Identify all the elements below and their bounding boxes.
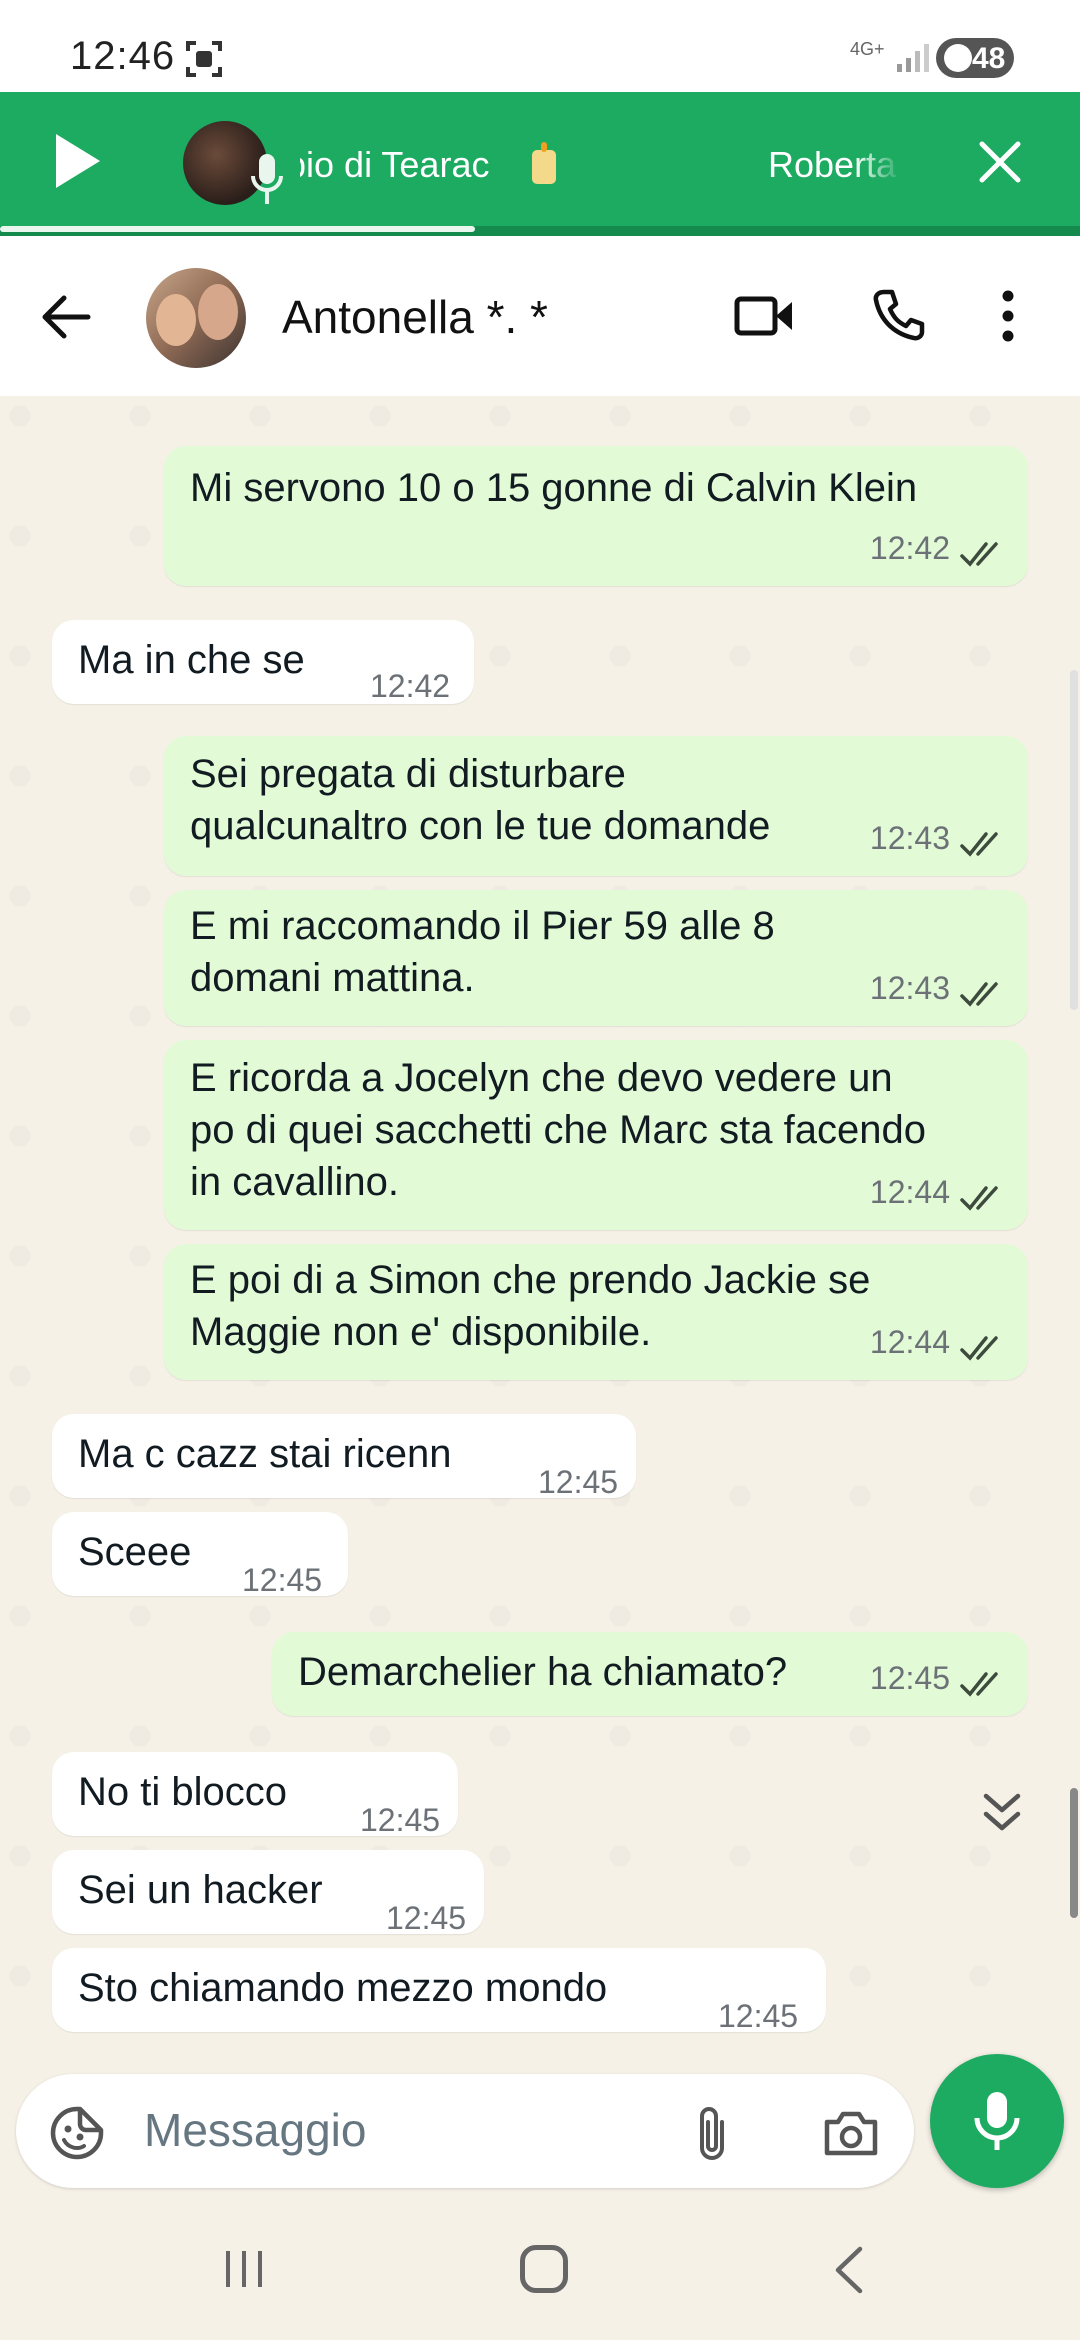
- read-receipt-icon: [960, 982, 998, 1007]
- message-bubble-outgoing[interactable]: E mi raccomando il Pier 59 alle 8 domani…: [164, 890, 1028, 1026]
- banner-subtitle: Roberta: [768, 144, 897, 185]
- message-time: 12:45: [718, 1998, 799, 2034]
- read-receipt-icon: [960, 1672, 998, 1697]
- read-receipt-icon: [960, 542, 998, 567]
- scroll-to-bottom-icon[interactable]: [980, 1790, 1024, 1838]
- message-time: 12:45: [869, 1660, 950, 1696]
- message-bubble-incoming[interactable]: No ti blocco 12:45: [52, 1752, 458, 1838]
- read-receipt-icon: [960, 1186, 998, 1211]
- read-receipt-icon: [960, 1336, 998, 1361]
- system-nav-bar: [0, 2205, 1080, 2340]
- message-bubble-outgoing[interactable]: Mi servono 10 o 15 gonne di Calvin Klein…: [164, 446, 1028, 586]
- message-time: 12:45: [538, 1464, 619, 1500]
- video-call-icon[interactable]: [734, 294, 794, 338]
- network-type: 4G+: [850, 39, 885, 59]
- message-text: No ti blocco: [78, 1770, 287, 1814]
- phone-call-icon[interactable]: [872, 288, 926, 342]
- nav-back-icon[interactable]: [830, 2245, 866, 2295]
- recent-apps-icon[interactable]: [222, 2247, 266, 2291]
- contact-avatar[interactable]: [146, 268, 246, 368]
- message-text: Ma in che se: [78, 638, 305, 682]
- message-composer: [16, 2074, 914, 2188]
- message-text: Sto chiamando mezzo mondo: [78, 1966, 608, 2010]
- message-text: Sei pregata di disturbare qualcunaltro c…: [190, 752, 771, 848]
- message-bubble-incoming[interactable]: Ma in che se 12:42: [52, 620, 474, 704]
- home-icon[interactable]: [520, 2245, 568, 2293]
- message-text: E mi raccomando il Pier 59 alle 8 domani…: [190, 904, 775, 1000]
- more-options-icon[interactable]: [1002, 290, 1014, 342]
- message-bubble-incoming[interactable]: Sceee 12:45: [52, 1512, 348, 1598]
- message-text: Ma c cazz stai ricenn: [78, 1432, 452, 1476]
- mic-icon: [251, 154, 283, 204]
- audio-progress-bar[interactable]: [0, 226, 1080, 236]
- message-bubble-outgoing[interactable]: Sei pregata di disturbare qualcunaltro c…: [164, 736, 1028, 876]
- contact-name[interactable]: Antonella *. *: [282, 290, 548, 344]
- audio-playback-banner[interactable]: pio di Tearac Roberta: [0, 92, 1080, 236]
- sticker-emoji-icon[interactable]: [50, 2106, 104, 2160]
- screen-record-icon: [186, 41, 222, 77]
- message-bubble-incoming[interactable]: Sei un hacker 12:45: [52, 1850, 484, 1936]
- message-time: 12:44: [869, 1324, 950, 1360]
- voice-record-button[interactable]: [930, 2054, 1064, 2188]
- message-text: E ricorda a Jocelyn che devo vedere un p…: [190, 1056, 926, 1204]
- read-receipt-icon: [960, 832, 998, 857]
- battery-charging-icon: [944, 44, 972, 72]
- status-time: 12:46: [70, 34, 176, 78]
- back-arrow-icon[interactable]: [40, 294, 92, 340]
- status-bar: 12:46 4G+ 48: [0, 0, 1080, 92]
- message-bubble-outgoing[interactable]: E ricorda a Jocelyn che devo vedere un p…: [164, 1040, 1028, 1230]
- message-time: 12:44: [869, 1174, 950, 1210]
- chat-header: Antonella *. *: [0, 236, 1080, 396]
- message-text: Sceee: [78, 1530, 192, 1574]
- battery-level: 48: [972, 42, 1006, 75]
- scrollbar-thumb[interactable]: [1070, 1788, 1078, 1918]
- play-icon[interactable]: [52, 132, 102, 190]
- audio-progress-fill: [0, 226, 476, 232]
- message-text: Sei un hacker: [78, 1868, 323, 1912]
- scroll-track: [1070, 670, 1078, 1010]
- close-icon[interactable]: [978, 140, 1022, 184]
- message-bubble-outgoing[interactable]: E poi di a Simon che prendo Jackie se Ma…: [164, 1244, 1028, 1380]
- message-input[interactable]: [144, 2100, 684, 2160]
- message-text: E poi di a Simon che prendo Jackie se Ma…: [190, 1258, 871, 1354]
- message-bubble-outgoing[interactable]: Demarchelier ha chiamato? 12:45: [272, 1632, 1028, 1716]
- message-bubble-incoming[interactable]: Sto chiamando mezzo mondo 12:45: [52, 1948, 826, 2034]
- message-time: 12:42: [869, 530, 950, 566]
- message-time: 12:43: [869, 820, 950, 856]
- message-time: 12:45: [386, 1900, 467, 1936]
- message-text: Mi servono 10 o 15 gonne di Calvin Klein: [190, 466, 918, 510]
- paperclip-icon[interactable]: [692, 2104, 732, 2164]
- message-text: Demarchelier ha chiamato?: [298, 1650, 788, 1694]
- microphone-icon: [974, 2092, 1020, 2150]
- message-bubble-incoming[interactable]: Ma c cazz stai ricenn 12:45: [52, 1414, 636, 1500]
- candle-emoji-icon: [532, 142, 556, 184]
- signal-icon: [897, 44, 929, 72]
- message-time: 12:45: [360, 1802, 441, 1838]
- message-time: 12:42: [370, 668, 451, 704]
- camera-icon[interactable]: [822, 2108, 880, 2158]
- message-time: 12:45: [242, 1562, 323, 1598]
- banner-title: pio di Tearac: [300, 144, 490, 185]
- message-list[interactable]: Mi servono 10 o 15 gonne di Calvin Klein…: [0, 396, 1080, 2060]
- battery-indicator: 48: [936, 38, 1014, 78]
- message-time: 12:43: [869, 970, 950, 1006]
